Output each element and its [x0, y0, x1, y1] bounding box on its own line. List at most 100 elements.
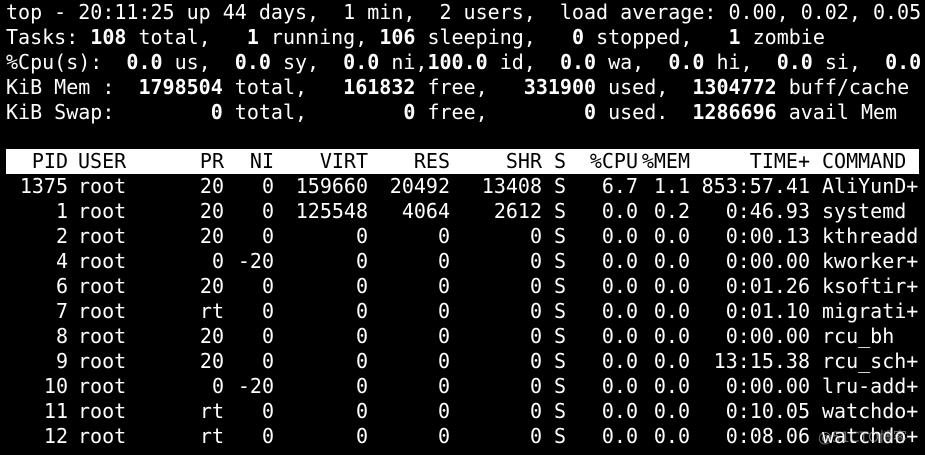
- cpu-wa-label: wa,: [596, 50, 669, 74]
- cell-time: 0:01.26: [725, 274, 810, 298]
- cpu-sy: 0.0: [234, 50, 271, 74]
- header-shr: SHR: [505, 149, 542, 173]
- mem-total-label: total,: [222, 75, 344, 99]
- cell-res: 0: [437, 324, 450, 348]
- cell-cpu: 6.7: [601, 174, 638, 198]
- cell-user: root: [78, 174, 127, 198]
- cell-pr: 20: [199, 324, 224, 348]
- cell-command: ksoftir+: [822, 274, 919, 298]
- cell-pid: 11: [43, 399, 68, 423]
- cell-s: S: [553, 174, 566, 198]
- cell-mem: 0.0: [653, 374, 690, 398]
- mem-line: KiB Mem : 1798504 total, 161832 free, 33…: [6, 75, 925, 100]
- cell-time: 0:00.13: [725, 224, 810, 248]
- cell-virt: 159660: [295, 174, 368, 198]
- tasks-label: Tasks:: [6, 25, 91, 49]
- swap-line: KiB Swap: 0 total, 0 free, 0 used. 12866…: [6, 100, 925, 125]
- cell-pid: 10: [43, 374, 68, 398]
- cell-pid: 4: [55, 249, 68, 273]
- cell-command: migrati+: [822, 299, 919, 323]
- cell-mem: 0.0: [653, 274, 690, 298]
- cell-res: 4064: [401, 199, 450, 223]
- cell-res: 0: [437, 274, 450, 298]
- cpu-id-label: id,: [487, 50, 560, 74]
- cell-user: root: [78, 199, 127, 223]
- tasks-stopped: 0: [571, 25, 585, 49]
- uptime-line: top - 20:11:25 up 44 days, 1 min, 2 user…: [6, 0, 922, 24]
- tasks-zombie-label: zombie: [740, 25, 825, 49]
- terminal-window: top - 20:11:25 up 44 days, 1 min, 2 user…: [6, 0, 925, 150]
- cell-pr: 0: [211, 249, 224, 273]
- cell-virt: 0: [355, 274, 368, 298]
- cell-res: 0: [437, 224, 450, 248]
- swap-total: 0: [210, 100, 223, 124]
- cell-s: S: [553, 199, 566, 223]
- tasks-running: 1: [246, 25, 259, 49]
- swap-used-label: used.: [596, 100, 693, 124]
- cell-time: 0:00.00: [725, 324, 810, 348]
- cell-s: S: [553, 249, 566, 273]
- mem-total: 1798504: [138, 75, 223, 99]
- cell-pr: 20: [199, 199, 224, 223]
- cell-ni: 0: [261, 299, 274, 323]
- mem-buff: 1304772: [692, 75, 777, 99]
- cell-virt: 0: [355, 299, 368, 323]
- cell-cpu: 0.0: [601, 199, 638, 223]
- cell-res: 0: [437, 299, 450, 323]
- cell-ni: 0: [261, 324, 274, 348]
- cell-cpu: 0.0: [601, 274, 638, 298]
- cell-command: kthreadd: [822, 224, 919, 248]
- cell-time: 853:57.41: [701, 174, 810, 198]
- cell-shr: 0: [529, 299, 542, 323]
- cpu-us-label: us,: [162, 50, 235, 74]
- cell-user: root: [78, 224, 127, 248]
- cell-time: 0:46.93: [725, 199, 810, 223]
- cpu-ni: 0.0: [343, 50, 380, 74]
- cell-ni: 0: [261, 274, 274, 298]
- table-row: 1 root 20 0 125548 4064 2612 S 0.0 0.2 0:46.93 syst…: [6, 199, 919, 224]
- mem-used: 331900: [523, 75, 597, 99]
- cell-pid: 2: [55, 224, 68, 248]
- mem-buff-label: buff/cache: [776, 75, 910, 99]
- cell-time: 0:10.05: [725, 399, 810, 423]
- cell-pid: 1: [55, 199, 68, 223]
- cell-s: S: [553, 324, 566, 348]
- cell-cpu: 0.0: [601, 299, 638, 323]
- table-row: 9 root 20 0 0 0 0 S 0.0 0.0 13:15.38 rcu_sch+: [6, 349, 919, 374]
- cell-res: 0: [437, 399, 450, 423]
- cell-cpu: 0.0: [601, 324, 638, 348]
- header-pr: PR: [199, 149, 224, 173]
- cell-mem: 0.0: [653, 399, 690, 423]
- header-s: S: [553, 149, 566, 173]
- cell-ni: -20: [237, 249, 274, 273]
- cell-virt: 125548: [295, 199, 368, 223]
- cell-user: root: [78, 349, 127, 373]
- process-table-header: PID USER PR NI VIRT RES SHR S %CPU %MEM …: [6, 149, 919, 174]
- cell-res: 0: [437, 249, 450, 273]
- swap-free-label: free,: [415, 100, 584, 124]
- cell-pr: 20: [199, 224, 224, 248]
- cell-s: S: [553, 374, 566, 398]
- cell-command: rcu_bh: [822, 324, 895, 348]
- cell-mem: 0.0: [653, 224, 690, 248]
- tasks-sleeping: 106: [379, 25, 416, 49]
- cell-pid: 7: [55, 299, 68, 323]
- cell-ni: 0: [261, 424, 274, 448]
- cell-shr: 0: [529, 374, 542, 398]
- cell-shr: 0: [529, 274, 542, 298]
- cell-pid: 12: [43, 424, 68, 448]
- cell-ni: 0: [261, 224, 274, 248]
- cell-shr: 0: [529, 349, 542, 373]
- cell-s: S: [553, 399, 566, 423]
- cell-shr: 0: [529, 224, 542, 248]
- cell-command: kworker+: [822, 249, 919, 273]
- cell-time: 13:15.38: [713, 349, 810, 373]
- table-row: 8 root 20 0 0 0 0 S 0.0 0.0 0:00.00 rcu_bh: [6, 324, 919, 349]
- cell-user: root: [78, 324, 127, 348]
- cell-shr: 0: [529, 324, 542, 348]
- cpu-st: 0.0: [885, 50, 922, 74]
- cell-mem: 1.1: [653, 174, 690, 198]
- cell-virt: 0: [355, 399, 368, 423]
- cell-s: S: [553, 349, 566, 373]
- cell-s: S: [553, 224, 566, 248]
